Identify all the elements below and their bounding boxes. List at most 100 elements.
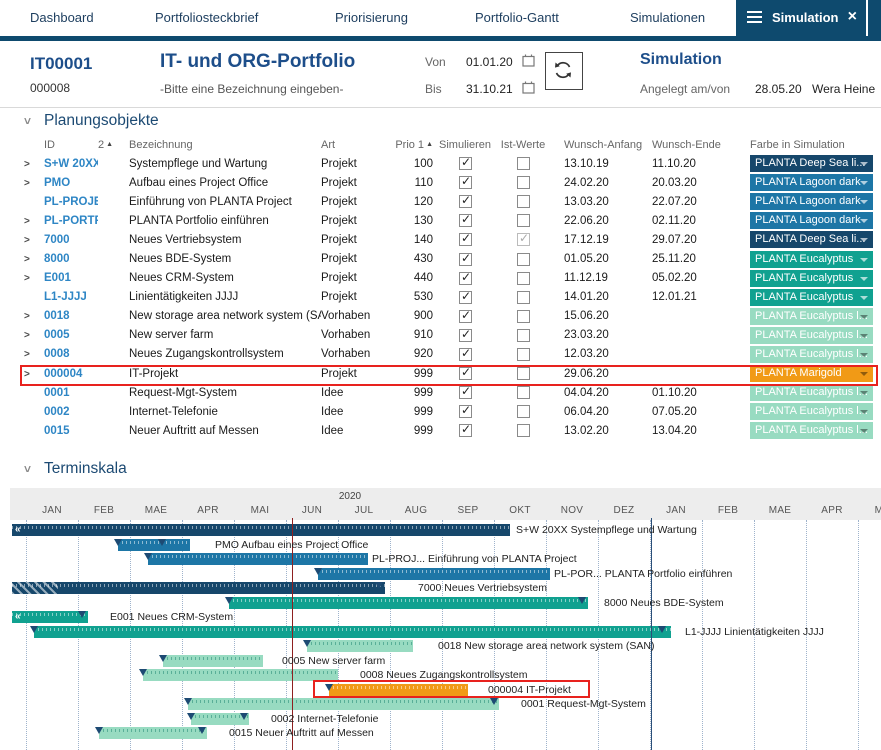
- ist-werte-checkbox[interactable]: [517, 253, 530, 266]
- table-row-0005[interactable]: >0005New server farmVorhaben910✓23.03.20…: [0, 326, 881, 345]
- nav-item-dashboard[interactable]: Dashboard: [30, 10, 94, 25]
- table-row-pl-portfo[interactable]: >PL-PORTFO...PLANTA Portfolio einführenP…: [0, 211, 881, 230]
- collapse-chevron-icon[interactable]: >: [21, 465, 35, 472]
- expand-chevron-icon[interactable]: >: [24, 349, 30, 360]
- nav-item-simulationen[interactable]: Simulationen: [630, 10, 705, 25]
- von-date-field[interactable]: 01.01.20: [466, 55, 513, 69]
- gantt-bar-8000[interactable]: [229, 597, 588, 609]
- simulieren-checkbox[interactable]: ✓: [459, 157, 472, 170]
- ist-werte-checkbox[interactable]: [517, 272, 530, 285]
- expand-chevron-icon[interactable]: >: [24, 254, 30, 265]
- col-id[interactable]: ID: [40, 139, 98, 151]
- table-row-0015[interactable]: 0015Neuer Auftritt auf MessenIdee999✓13.…: [0, 421, 881, 440]
- ist-werte-checkbox[interactable]: [517, 348, 530, 361]
- gantt-bar-7000[interactable]: [12, 582, 385, 594]
- gantt-bar-0005[interactable]: [163, 655, 263, 667]
- col-bezeichnung[interactable]: Bezeichnung: [124, 139, 321, 151]
- gantt-bar-0001[interactable]: [188, 698, 499, 710]
- ist-werte-checkbox[interactable]: [517, 386, 530, 399]
- simulieren-checkbox[interactable]: ✓: [459, 253, 472, 266]
- table-row-pmo[interactable]: >PMOAufbau eines Project OfficeProjekt11…: [0, 173, 881, 192]
- farbe-dropdown[interactable]: PLANTA Eucalyptus l...: [750, 308, 873, 325]
- farbe-dropdown[interactable]: PLANTA Lagoon dark: [750, 193, 873, 210]
- simulieren-checkbox[interactable]: ✓: [459, 329, 472, 342]
- gantt-bar-pmo[interactable]: [118, 539, 190, 551]
- row-id-link[interactable]: 0015: [44, 425, 70, 437]
- farbe-dropdown[interactable]: PLANTA Eucalyptus l...: [750, 346, 873, 363]
- simulieren-checkbox[interactable]: ✓: [459, 272, 472, 285]
- simulieren-checkbox[interactable]: ✓: [459, 310, 472, 323]
- col-wunsch-anfang[interactable]: Wunsch-Anfang: [549, 139, 649, 151]
- farbe-dropdown[interactable]: PLANTA Eucalyptus: [750, 270, 873, 287]
- expand-chevron-icon[interactable]: >: [24, 216, 30, 227]
- farbe-dropdown[interactable]: PLANTA Eucalyptus l...: [750, 327, 873, 344]
- row-id-link[interactable]: 0002: [44, 406, 70, 418]
- calendar-icon[interactable]: [522, 81, 535, 94]
- farbe-dropdown[interactable]: PLANTA Lagoon dark: [750, 212, 873, 229]
- farbe-dropdown[interactable]: PLANTA Lagoon dark: [750, 174, 873, 191]
- row-id-link[interactable]: 0018: [44, 310, 70, 322]
- simulieren-checkbox[interactable]: ✓: [459, 291, 472, 304]
- expand-chevron-icon[interactable]: >: [24, 273, 30, 284]
- col-prio[interactable]: Prio 1▲: [393, 139, 433, 151]
- gantt-bar-s-w[interactable]: «: [12, 524, 510, 536]
- row-id-link[interactable]: PMO: [44, 177, 70, 189]
- nav-item-priorisierung[interactable]: Priorisierung: [335, 10, 408, 25]
- col-wunsch-ende[interactable]: Wunsch-Ende: [649, 139, 748, 151]
- nav-item-portfoliosteckbrief[interactable]: Portfoliosteckbrief: [155, 10, 258, 25]
- ist-werte-checkbox[interactable]: ✓: [517, 233, 530, 246]
- farbe-dropdown[interactable]: PLANTA Eucalyptus l...: [750, 422, 873, 439]
- simulieren-checkbox[interactable]: ✓: [459, 195, 472, 208]
- table-row-e001[interactable]: >E001Neues CRM-SystemProjekt440✓11.12.19…: [0, 269, 881, 288]
- farbe-dropdown[interactable]: PLANTA Deep Sea li...: [750, 231, 873, 248]
- calendar-icon[interactable]: [522, 54, 535, 67]
- gantt-bar-0015[interactable]: [99, 727, 207, 739]
- portfolio-subtitle[interactable]: -Bitte eine Bezeichnung eingeben-: [160, 82, 343, 96]
- col-simulieren[interactable]: Simulieren: [433, 139, 497, 151]
- ist-werte-checkbox[interactable]: [517, 291, 530, 304]
- simulieren-checkbox[interactable]: ✓: [459, 386, 472, 399]
- close-icon[interactable]: ×: [848, 8, 857, 26]
- row-id-link[interactable]: 8000: [44, 253, 70, 265]
- row-id-link[interactable]: 0008: [44, 348, 70, 360]
- ist-werte-checkbox[interactable]: [517, 214, 530, 227]
- farbe-dropdown[interactable]: PLANTA Eucalyptus: [750, 251, 873, 268]
- farbe-dropdown[interactable]: PLANTA Eucalyptus l...: [750, 384, 873, 401]
- farbe-dropdown[interactable]: PLANTA Deep Sea li...: [750, 155, 873, 172]
- ist-werte-checkbox[interactable]: [517, 424, 530, 437]
- ist-werte-checkbox[interactable]: [517, 405, 530, 418]
- simulieren-checkbox[interactable]: ✓: [459, 405, 472, 418]
- ist-werte-checkbox[interactable]: [517, 329, 530, 342]
- row-id-link[interactable]: 0001: [44, 387, 70, 399]
- simulieren-checkbox[interactable]: ✓: [459, 176, 472, 189]
- table-row-0002[interactable]: 0002Internet-TelefonieIdee999✓06.04.2007…: [0, 402, 881, 421]
- farbe-dropdown[interactable]: PLANTA Eucalyptus: [750, 289, 873, 306]
- simulieren-checkbox[interactable]: ✓: [459, 233, 472, 246]
- gantt-bar-l1-jjjj[interactable]: [34, 626, 671, 638]
- table-row-0008[interactable]: >0008Neues ZugangskontrollsystemVorhaben…: [0, 345, 881, 364]
- row-id-link[interactable]: L1-JJJJ: [44, 291, 87, 303]
- expand-chevron-icon[interactable]: >: [24, 330, 30, 341]
- col-farbe[interactable]: Farbe in Simulation: [748, 139, 873, 151]
- collapse-chevron-icon[interactable]: >: [21, 117, 35, 124]
- table-row-pl-project[interactable]: PL-PROJECTEinführung von PLANTA ProjectP…: [0, 192, 881, 211]
- bis-date-field[interactable]: 31.10.21: [466, 82, 513, 96]
- gantt-bar-pl-proj[interactable]: [148, 553, 368, 565]
- ist-werte-checkbox[interactable]: [517, 310, 530, 323]
- nav-item-portfolio-gantt[interactable]: Portfolio-Gantt: [475, 10, 559, 25]
- gantt-bar-0018[interactable]: [307, 640, 413, 652]
- expand-chevron-icon[interactable]: >: [24, 235, 30, 246]
- simulieren-checkbox[interactable]: ✓: [459, 424, 472, 437]
- expand-chevron-icon[interactable]: >: [24, 178, 30, 189]
- table-row-0018[interactable]: >0018New storage area network system (SA…: [0, 307, 881, 326]
- gantt-bar-0008[interactable]: [143, 669, 338, 681]
- table-row-l1-jjjj[interactable]: L1-JJJJLinientätigkeiten JJJJProjekt530✓…: [0, 288, 881, 307]
- row-id-link[interactable]: 0005: [44, 329, 70, 341]
- row-id-link[interactable]: S+W 20XX: [44, 158, 98, 170]
- farbe-dropdown[interactable]: PLANTA Eucalyptus l...: [750, 403, 873, 420]
- col-id-sort[interactable]: 2▲: [98, 139, 124, 151]
- expand-chevron-icon[interactable]: >: [24, 159, 30, 170]
- row-id-link[interactable]: PL-PORTFO...: [44, 215, 98, 227]
- tab-simulation-active[interactable]: Simulation ×: [736, 0, 866, 36]
- table-row-s-w-20xx[interactable]: >S+W 20XXSystempflege und WartungProjekt…: [0, 154, 881, 173]
